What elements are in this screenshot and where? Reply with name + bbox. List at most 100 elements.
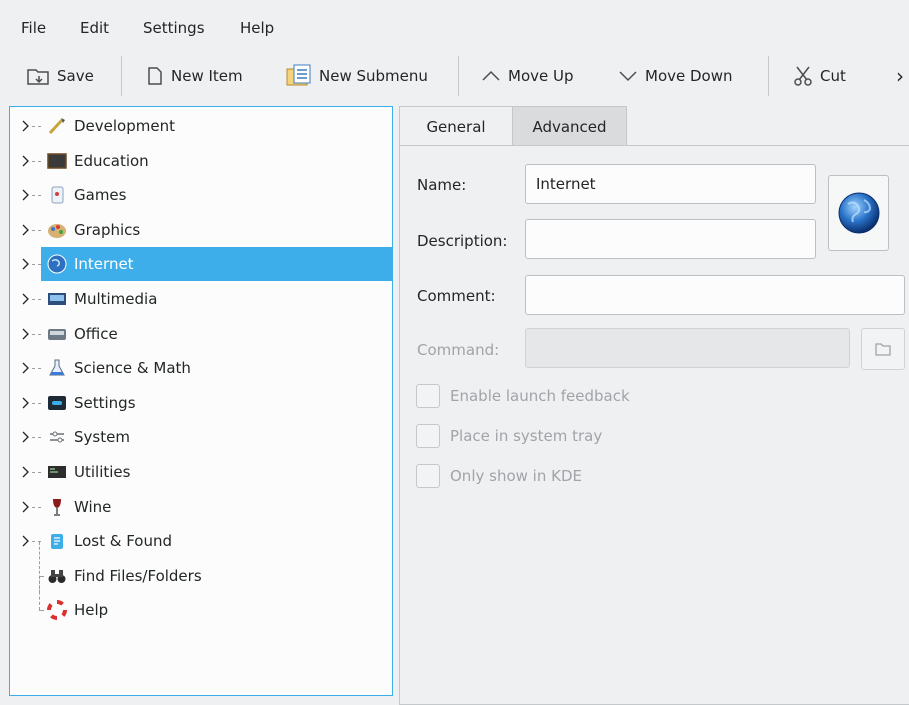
save-icon xyxy=(27,69,49,85)
comment-field[interactable] xyxy=(525,275,905,315)
tree-item-science-math[interactable]: Science & Math xyxy=(10,351,392,385)
tree-branch-line xyxy=(32,472,41,473)
tree-item-utilities[interactable]: Utilities xyxy=(10,455,392,489)
tree-item-multimedia[interactable]: Multimedia xyxy=(10,282,392,316)
tree-item-graphics[interactable]: Graphics xyxy=(10,213,392,247)
tree-item-office[interactable]: Office xyxy=(10,317,392,351)
menu-file[interactable]: File xyxy=(21,18,46,38)
chevron-right-icon[interactable] xyxy=(21,534,31,548)
tree-item-system[interactable]: System xyxy=(10,420,392,454)
system-tray-label: Place in system tray xyxy=(450,427,603,445)
tree-item-label: Internet xyxy=(74,255,134,274)
chevron-right-icon[interactable] xyxy=(21,430,31,444)
chevron-right-icon[interactable] xyxy=(21,119,31,133)
tab-general[interactable]: General xyxy=(399,106,513,146)
binoculars-icon xyxy=(48,569,66,583)
tree-item-label: Lost & Found xyxy=(74,532,173,551)
chevron-right-icon[interactable] xyxy=(21,327,31,341)
toolbar-overflow-button[interactable]: › xyxy=(896,52,904,100)
new-document-icon xyxy=(148,67,162,85)
move-up-button[interactable]: Move Up xyxy=(480,52,574,100)
chevron-right-icon[interactable] xyxy=(21,188,31,202)
tree-item-wine[interactable]: Wine xyxy=(10,490,392,524)
chevron-right-icon[interactable] xyxy=(21,500,31,514)
tree-item-label: Office xyxy=(74,324,118,343)
education-icon xyxy=(47,152,67,169)
tree-item-label: Utilities xyxy=(74,463,131,481)
name-field[interactable]: Internet xyxy=(525,164,816,204)
chevron-right-icon[interactable] xyxy=(21,257,31,271)
chevron-right-icon[interactable] xyxy=(21,396,31,410)
cut-button[interactable]: Cut xyxy=(792,52,846,100)
chevron-right-icon[interactable] xyxy=(21,154,31,168)
development-icon xyxy=(48,118,65,135)
tree-item-label: Help xyxy=(74,601,109,620)
menu-tree[interactable]: Development Education Games Graphics Interne… xyxy=(9,106,393,696)
chevron-right-icon[interactable] xyxy=(21,223,31,237)
app-icon-button[interactable] xyxy=(828,175,889,251)
save-label: Save xyxy=(57,67,94,85)
tree-item-games[interactable]: Games xyxy=(10,178,392,212)
tree-item-internet[interactable]: Internet xyxy=(10,247,392,282)
tree-branch-line xyxy=(32,299,41,300)
new-item-label: New Item xyxy=(171,67,243,85)
chevron-right-icon[interactable] xyxy=(21,465,31,479)
only-kde-checkbox[interactable] xyxy=(416,464,440,488)
tree-item-find-files-folders[interactable]: Find Files/Folders xyxy=(10,541,392,593)
system-icon xyxy=(50,431,64,443)
chevron-down-icon xyxy=(619,71,637,82)
move-up-label: Move Up xyxy=(508,67,574,85)
browse-button[interactable] xyxy=(861,328,905,370)
tree-item-development[interactable]: Development xyxy=(10,109,392,143)
graphics-icon xyxy=(48,223,66,238)
tree-branch-line xyxy=(32,506,41,508)
tab-bar: General Advanced xyxy=(399,106,909,146)
cut-label: Cut xyxy=(820,67,846,85)
launch-feedback-checkbox[interactable] xyxy=(416,384,440,408)
toolbar-separator xyxy=(768,56,769,96)
new-item-button[interactable]: New Item xyxy=(145,52,243,100)
globe-icon xyxy=(838,192,879,234)
tree-item-label: Development xyxy=(74,117,175,135)
tree-item-label: Find Files/Folders xyxy=(74,566,202,585)
tab-advanced-label: Advanced xyxy=(532,117,607,136)
chevron-right-icon[interactable] xyxy=(21,292,31,306)
system-tray-checkbox[interactable] xyxy=(416,424,440,448)
tree-item-label: Games xyxy=(74,186,127,205)
chevron-up-icon xyxy=(482,70,500,81)
chevron-right-icon: › xyxy=(896,64,904,88)
new-submenu-button[interactable]: New Submenu xyxy=(285,52,428,100)
tree-item-label: Science & Math xyxy=(74,359,191,378)
tree-item-help[interactable]: Help xyxy=(10,576,392,627)
comment-label: Comment: xyxy=(417,287,496,305)
launch-feedback-checkbox-row[interactable]: Enable launch feedback xyxy=(416,382,630,410)
tree-branch-line xyxy=(32,437,41,439)
only-kde-checkbox-row[interactable]: Only show in KDE xyxy=(416,462,582,490)
tree-item-settings[interactable]: Settings xyxy=(10,386,392,420)
tree-item-label: Graphics xyxy=(74,220,141,239)
toolbar-separator xyxy=(458,56,459,96)
tree-branch-line xyxy=(32,160,41,162)
command-field[interactable] xyxy=(525,328,850,368)
tree-item-label: Wine xyxy=(74,497,112,516)
chevron-right-icon[interactable] xyxy=(21,361,31,375)
tree-item-education[interactable]: Education xyxy=(10,144,392,178)
move-down-button[interactable]: Move Down xyxy=(617,52,733,100)
tree-item-lost-found[interactable]: Lost & Found xyxy=(10,524,392,558)
menu-help[interactable]: Help xyxy=(240,18,274,38)
system-tray-checkbox-row[interactable]: Place in system tray xyxy=(416,422,602,450)
move-down-label: Move Down xyxy=(645,67,733,85)
utilities-icon xyxy=(48,466,66,478)
multimedia-icon xyxy=(48,293,66,305)
folder-icon xyxy=(875,343,891,356)
tree-branch-line xyxy=(32,264,41,266)
menu-settings[interactable]: Settings xyxy=(143,18,205,38)
tab-advanced[interactable]: Advanced xyxy=(513,106,627,146)
menubar: File Edit Settings Help xyxy=(0,0,909,44)
science-icon xyxy=(49,359,65,376)
description-field[interactable] xyxy=(525,219,816,259)
save-button[interactable]: Save xyxy=(25,52,94,100)
tree-item-label: Settings xyxy=(74,393,136,412)
tree-branch-line xyxy=(32,195,41,197)
menu-edit[interactable]: Edit xyxy=(80,18,109,38)
